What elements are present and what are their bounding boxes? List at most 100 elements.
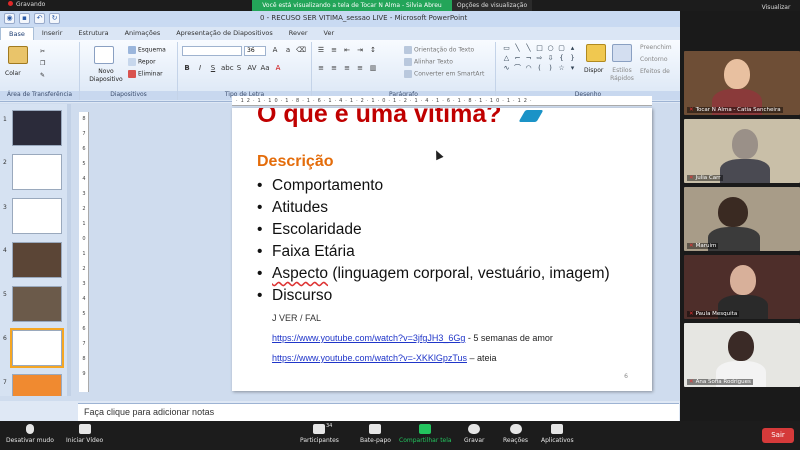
text-direction-button[interactable]: Orientação do Texto [404,46,474,54]
youtube-link[interactable]: https://www.youtube.com/watch?v=3jfgJH3_… [272,333,465,343]
slide-thumbnail[interactable] [12,198,62,234]
outline-button[interactable]: Contorno [640,56,668,63]
oval-shape-icon[interactable]: ○ [546,44,555,53]
align-right-icon[interactable]: ≡ [342,64,352,73]
video-tile[interactable]: ✕ Ana Sofia Rodrigues [684,323,800,387]
slide-canvas[interactable]: O que é uma vítima? Descrição • Comportam… [232,108,652,391]
decrease-indent-icon[interactable]: ⇤ [342,46,352,55]
redo-icon[interactable]: ↻ [49,13,60,24]
new-slide-icon[interactable] [94,46,114,64]
arrange-icon[interactable] [586,44,606,62]
share-screen-button[interactable]: Compartilhar tela [399,424,452,444]
line-shape-icon[interactable]: ╲ [513,44,522,53]
tab-estrutura[interactable]: Estrutura [70,27,116,40]
textbox-shape-icon[interactable]: ▭ [502,44,511,53]
shape-more-icon[interactable]: ▴ [568,44,577,53]
slide-thumbnail[interactable] [12,154,62,190]
slide-heading[interactable]: Descrição [257,153,334,171]
new-slide-button[interactable]: Novo Diapositivo [84,68,128,84]
grow-font-icon[interactable]: A [270,46,280,55]
reactions-button[interactable]: Reações [503,424,528,444]
thumbnails-scrollbar[interactable] [67,104,71,396]
numbering-icon[interactable]: ≡ [329,46,339,55]
underline-icon[interactable]: S [208,64,218,73]
chat-button[interactable]: Bate-papo [360,424,391,444]
tab-apresentacao[interactable]: Apresentação de Diapositivos [168,27,281,40]
line2-shape-icon[interactable]: ╲ [524,44,533,53]
view-options-button[interactable]: Opções de visualização [452,0,532,11]
slide-thumbnail[interactable] [12,374,62,396]
start-video-button[interactable]: Iniciar Vídeo [66,424,103,444]
arrange-button[interactable]: Dispor [584,67,603,74]
shape-expand-icon[interactable]: ▾ [568,64,577,73]
bracket2-shape-icon[interactable]: ) [546,64,555,73]
triangle-shape-icon[interactable]: △ [502,54,511,63]
smartart-button[interactable]: Converter em SmartArt [404,70,484,78]
line-spacing-icon[interactable]: ↕ [368,46,378,55]
arc-shape-icon[interactable]: ◠ [524,64,533,73]
font-name-field[interactable] [182,46,242,56]
layout-button[interactable]: Esquema [128,46,166,54]
increase-indent-icon[interactable]: ⇥ [355,46,365,55]
rect-shape-icon[interactable]: □ [535,44,544,53]
bracket-shape-icon[interactable]: ( [535,64,544,73]
video-tile[interactable]: ✕ Maruim [684,187,800,251]
reset-button[interactable]: Repor [128,58,156,66]
bold-icon[interactable]: B [182,64,192,73]
slide-thumbnail[interactable] [12,242,62,278]
shrink-font-icon[interactable]: a [283,46,293,55]
copy-icon[interactable]: ❐ [40,60,45,67]
italic-icon[interactable]: I [195,64,205,73]
tab-inserir[interactable]: Inserir [34,27,71,40]
font-size-field[interactable]: 36 [244,46,266,56]
strikethrough-icon[interactable]: abc [221,64,234,73]
recording-indicator[interactable]: Gravando [8,1,45,8]
video-tile[interactable]: ✕ Julia Carr [684,119,800,183]
bullets-icon[interactable]: ☰ [316,46,326,55]
apps-button[interactable]: Aplicativos [541,424,574,444]
fill-button[interactable]: Preenchim [640,44,672,51]
brace2-shape-icon[interactable]: } [568,54,577,63]
rounded-rect-shape-icon[interactable]: ▢ [557,44,566,53]
paste-icon[interactable] [8,46,28,64]
star-shape-icon[interactable]: ☆ [557,64,566,73]
shadow-icon[interactable]: S [234,64,244,73]
paste-button[interactable]: Colar [5,70,21,77]
format-painter-icon[interactable]: ✎ [40,72,45,79]
connector2-shape-icon[interactable]: ¬ [524,54,533,63]
brace-shape-icon[interactable]: { [557,54,566,63]
curve-shape-icon[interactable]: ∿ [502,64,511,73]
spacing-icon[interactable]: AV [247,64,257,73]
arrow-down-shape-icon[interactable]: ⇩ [546,54,555,63]
quick-styles-icon[interactable] [612,44,632,62]
connector-shape-icon[interactable]: ⌐ [513,54,522,63]
participants-button[interactable]: Participantes [300,424,339,444]
font-color-icon[interactable]: A [273,64,283,73]
align-text-button[interactable]: Alinhar Texto [404,58,453,66]
clear-format-icon[interactable]: ⌫ [296,46,306,55]
record-button[interactable]: Gravar [464,424,485,444]
cut-icon[interactable]: ✂ [40,48,45,55]
delete-slide-button[interactable]: Eliminar [128,70,163,78]
effects-button[interactable]: Efeitos de [640,68,670,75]
save-icon[interactable]: ▪ [19,13,30,24]
slide-thumbnail[interactable] [12,286,62,322]
arrow-right-shape-icon[interactable]: ⇨ [535,54,544,63]
align-left-icon[interactable]: ≡ [316,64,326,73]
video-tile[interactable]: ✕ Tocar N Alma - Catia Sancheira [684,51,800,115]
slide-thumbnail[interactable] [12,110,62,146]
columns-icon[interactable]: ▥ [368,64,378,73]
tab-animacoes[interactable]: Animações [117,27,169,40]
tab-ver[interactable]: Ver [316,27,343,40]
office-icon[interactable]: ◉ [4,13,15,24]
video-tile[interactable]: ✕ Paula Mesquita [684,255,800,319]
leave-button[interactable]: Sair [762,428,794,443]
curve2-shape-icon[interactable]: ⌒ [513,64,522,73]
tab-base[interactable]: Base [0,27,34,40]
view-button[interactable]: Visualizar [756,4,796,11]
slide-thumbnail-selected[interactable] [10,328,64,368]
unmute-button[interactable]: Desativar mudo [6,424,54,444]
align-center-icon[interactable]: ≡ [329,64,339,73]
quick-styles-button[interactable]: Estilos Rápidos [607,67,637,83]
undo-icon[interactable]: ↶ [34,13,45,24]
